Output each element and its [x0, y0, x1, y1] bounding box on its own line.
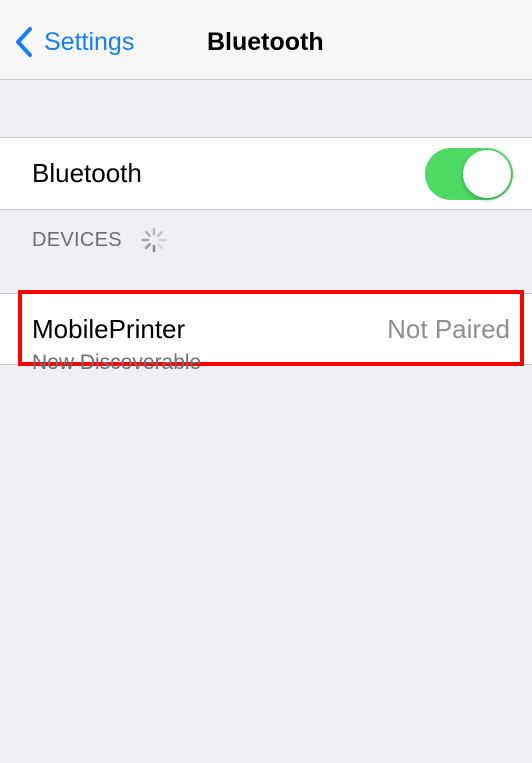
- discoverable-footer: Now Discoverable: [32, 351, 202, 374]
- navigation-bar: Settings Bluetooth: [0, 0, 532, 80]
- bluetooth-label: Bluetooth: [32, 158, 142, 188]
- chevron-left-icon: [14, 26, 34, 58]
- device-status: Not Paired: [387, 314, 510, 344]
- devices-section-header: DEVICES: [32, 222, 168, 258]
- bluetooth-setting-row: Bluetooth: [0, 137, 532, 210]
- page-title: Bluetooth: [207, 28, 324, 56]
- toggle-knob: [463, 150, 511, 198]
- back-button[interactable]: Settings: [14, 22, 134, 62]
- devices-header-label: DEVICES: [32, 228, 122, 251]
- bluetooth-toggle[interactable]: [425, 148, 513, 200]
- back-button-label: Settings: [44, 28, 135, 56]
- activity-spinner-icon: [122, 226, 168, 254]
